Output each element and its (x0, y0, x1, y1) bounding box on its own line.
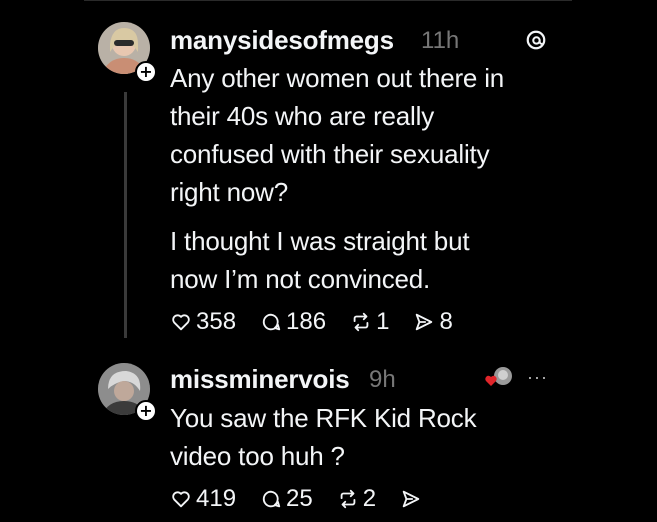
reply-actions: 419 25 2 (170, 485, 450, 513)
reply-username[interactable]: missminervois (170, 364, 350, 395)
heart-icon (172, 491, 190, 508)
post-username[interactable]: manysidesofmegs (170, 25, 394, 56)
thread-line (124, 92, 127, 338)
reply-time: 9h (369, 366, 396, 393)
follow-plus-icon[interactable]: + (135, 400, 157, 422)
reply-line: You saw the RFK Kid Rock (170, 403, 477, 433)
repost-button[interactable]: 1 (350, 308, 389, 336)
follow-plus-icon[interactable]: + (135, 61, 157, 83)
like-button[interactable]: 358 (170, 308, 236, 336)
send-icon (416, 313, 433, 331)
liked-by-author-icon (485, 367, 512, 386)
like-count: 419 (196, 485, 237, 512)
threads-logo-icon[interactable] (525, 29, 547, 51)
post-paragraph-2: I thought I was straight but now I’m not… (170, 222, 470, 298)
share-button[interactable] (400, 488, 426, 510)
post-line: right now? (170, 177, 288, 207)
reply-text: You saw the RFK Kid Rock video too huh ? (170, 399, 477, 475)
like-count: 358 (196, 308, 237, 335)
post-line: Any other women out there in (170, 63, 505, 93)
reply-line: video too huh ? (170, 441, 345, 471)
comment-button[interactable]: 186 (260, 308, 326, 336)
comment-bubble-icon (262, 313, 281, 331)
share-button[interactable]: 8 (413, 308, 453, 336)
heart-icon (172, 314, 190, 331)
send-icon (402, 490, 420, 508)
post-line: I thought I was straight but (170, 226, 470, 256)
post-actions: 358 186 1 8 (170, 308, 477, 336)
comment-count: 186 (286, 308, 327, 335)
comment-button[interactable]: 25 (260, 485, 313, 513)
repost-count: 1 (376, 308, 390, 335)
post-line: confused with their sexuality (170, 139, 490, 169)
comment-bubble-icon (262, 490, 281, 508)
share-count: 8 (439, 308, 453, 335)
repost-count: 2 (362, 485, 377, 512)
repost-icon (353, 312, 369, 332)
divider (84, 0, 572, 1)
post-paragraph-1: Any other women out there in their 40s w… (170, 59, 504, 211)
like-button[interactable]: 419 (170, 485, 236, 513)
post-time: 11h (421, 27, 460, 54)
repost-icon (340, 489, 356, 509)
more-options-icon[interactable]: ··· (527, 367, 548, 388)
repost-button[interactable]: 2 (337, 485, 376, 513)
comment-count: 25 (286, 485, 313, 512)
post-line: their 40s who are really (170, 101, 434, 131)
post-line: now I’m not convinced. (170, 264, 431, 294)
